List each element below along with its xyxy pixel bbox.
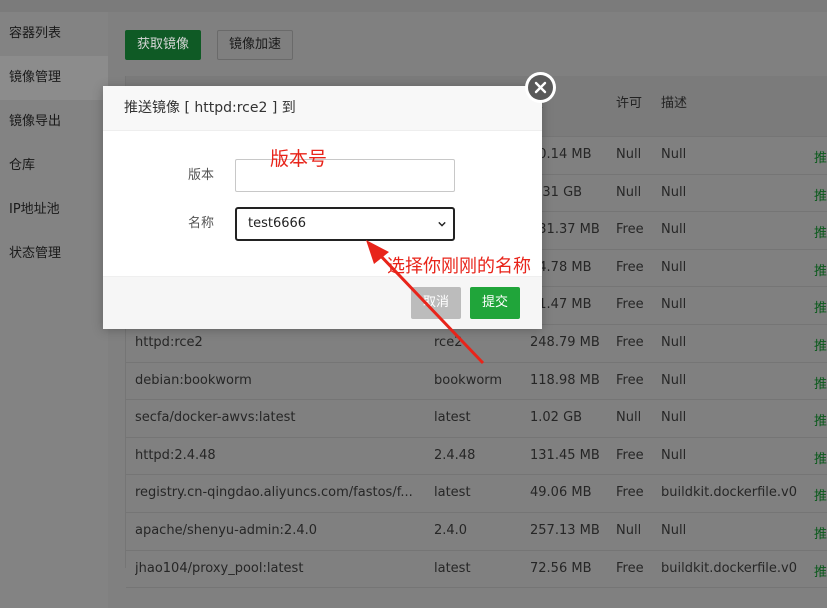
- image-description-cell: Null: [661, 297, 687, 313]
- image-name-cell: httpd:rce2: [135, 334, 203, 350]
- image-size-cell: 72.56 MB: [530, 560, 592, 576]
- table-row: secfa/docker-awvs:latest latest 1.02 GB Nul…: [126, 400, 827, 438]
- table-row: jhao104/proxy_pool:latest latest 72.56 MB F…: [126, 551, 827, 589]
- image-size-cell: 49.06 MB: [530, 485, 592, 501]
- image-tag-cell: bookworm: [434, 372, 503, 388]
- image-size-cell: 118.98 MB: [530, 372, 600, 388]
- image-name-cell: apache/shenyu-admin:2.4.0: [135, 522, 318, 538]
- image-license-cell: Null: [616, 410, 642, 426]
- image-description-cell: buildkit.dockerfile.v0: [661, 560, 797, 576]
- image-description-cell: Null: [661, 259, 687, 275]
- sidebar-item-status[interactable]: 状态管理: [0, 232, 108, 276]
- name-select[interactable]: test6666: [235, 207, 455, 241]
- chevron-down-icon: [438, 221, 446, 227]
- image-description-cell: Null: [661, 222, 687, 238]
- image-license-cell: Null: [616, 522, 642, 538]
- name-row: 名称 test6666: [103, 207, 542, 241]
- modal-footer: 取消 提交: [103, 276, 542, 329]
- modal-title: 推送镜像 [ httpd:rce2 ] 到: [103, 86, 542, 131]
- version-input[interactable]: [235, 159, 455, 192]
- image-tag-cell: latest: [434, 560, 471, 576]
- image-name-cell: secfa/docker-awvs:latest: [135, 410, 296, 426]
- image-description-cell: Null: [661, 147, 687, 162]
- push-action-link[interactable]: 推: [814, 147, 827, 166]
- submit-button[interactable]: 提交: [470, 287, 521, 319]
- image-tag-cell: latest: [434, 410, 471, 426]
- image-tag-cell: 2.4.48: [434, 447, 476, 463]
- image-license-cell: Free: [616, 447, 644, 463]
- push-action-link[interactable]: 推: [814, 523, 827, 542]
- push-action-link[interactable]: 推: [814, 410, 827, 429]
- header-license: 许可: [616, 96, 643, 111]
- sidebar-item-containers[interactable]: 容器列表: [0, 12, 108, 56]
- name-label: 名称: [187, 216, 214, 231]
- image-name-cell: debian:bookworm: [135, 372, 252, 388]
- image-tag-cell: rce2: [434, 334, 463, 350]
- header-description: 描述: [661, 96, 688, 111]
- push-action-link[interactable]: 推: [814, 297, 827, 316]
- pull-image-button[interactable]: 获取镜像: [125, 30, 202, 60]
- image-description-cell: Null: [661, 410, 687, 426]
- image-description-cell: Null: [661, 447, 687, 463]
- sidebar: 容器列表 镜像管理 镜像导出 仓库 IP地址池 状态管理: [0, 12, 108, 608]
- push-action-link[interactable]: 推: [814, 185, 827, 204]
- image-size-cell: 1.02 GB: [530, 410, 583, 426]
- name-select-value: test6666: [248, 216, 307, 231]
- cancel-button[interactable]: 取消: [411, 287, 462, 319]
- sidebar-item-images[interactable]: 镜像管理: [0, 56, 108, 100]
- table-row: debian:bookworm bookworm 118.98 MB Free Null…: [126, 363, 827, 401]
- image-license-cell: Free: [616, 372, 644, 388]
- version-label: 版本: [187, 168, 214, 183]
- image-size-cell: 257.13 MB: [530, 522, 600, 538]
- image-tag-cell: latest: [434, 485, 471, 501]
- push-action-link[interactable]: 推: [814, 485, 827, 504]
- push-action-link[interactable]: 推: [814, 335, 827, 354]
- sidebar-item-ip-pool[interactable]: IP地址池: [0, 188, 108, 232]
- image-license-cell: Null: [616, 184, 642, 200]
- image-accelerate-button[interactable]: 镜像加速: [217, 30, 294, 60]
- image-tag-cell: 2.4.0: [434, 522, 468, 538]
- table-row: httpd:2.4.48 2.4.48 131.45 MB Free Null 推: [126, 438, 827, 476]
- image-license-cell: Free: [616, 222, 644, 238]
- sidebar-item-image-export[interactable]: 镜像导出: [0, 100, 108, 144]
- image-license-cell: Free: [616, 560, 644, 576]
- close-icon: [528, 75, 553, 100]
- image-description-cell: Null: [661, 522, 687, 538]
- push-action-link[interactable]: 推: [814, 260, 827, 279]
- image-name-cell: jhao104/proxy_pool:latest: [135, 560, 304, 576]
- image-license-cell: Free: [616, 297, 644, 313]
- image-license-cell: Free: [616, 334, 644, 350]
- image-description-cell: Null: [661, 334, 687, 350]
- push-action-link[interactable]: 推: [814, 222, 827, 241]
- image-size-cell: 131.45 MB: [530, 447, 600, 463]
- push-action-link[interactable]: 推: [814, 448, 827, 467]
- push-action-link[interactable]: 推: [814, 561, 827, 580]
- table-row: registry.cn-qingdao.aliyuncs.com/fastos/…: [126, 475, 827, 513]
- image-name-cell: registry.cn-qingdao.aliyuncs.com/fastos/…: [135, 485, 413, 501]
- push-image-modal: 推送镜像 [ httpd:rce2 ] 到 版本 名称 test6666 取消 …: [103, 86, 542, 329]
- image-description-cell: Null: [661, 372, 687, 388]
- image-name-cell: httpd:2.4.48: [135, 447, 216, 463]
- image-size-cell: 248.79 MB: [530, 334, 600, 350]
- image-license-cell: Null: [616, 147, 642, 162]
- image-license-cell: Free: [616, 485, 644, 501]
- image-description-cell: Null: [661, 184, 687, 200]
- table-row: httpd:rce2 rce2 248.79 MB Free Null 推: [126, 325, 827, 363]
- image-description-cell: buildkit.dockerfile.v0: [661, 485, 797, 501]
- select-annotation: 选择你刚刚的名称: [387, 256, 531, 277]
- image-license-cell: Free: [616, 259, 644, 275]
- push-action-link[interactable]: 推: [814, 373, 827, 392]
- modal-close-button[interactable]: [525, 72, 556, 103]
- sidebar-item-registry[interactable]: 仓库: [0, 144, 108, 188]
- table-row: apache/shenyu-admin:2.4.0 2.4.0 257.13 MB N…: [126, 513, 827, 551]
- version-annotation: 版本号: [270, 148, 328, 170]
